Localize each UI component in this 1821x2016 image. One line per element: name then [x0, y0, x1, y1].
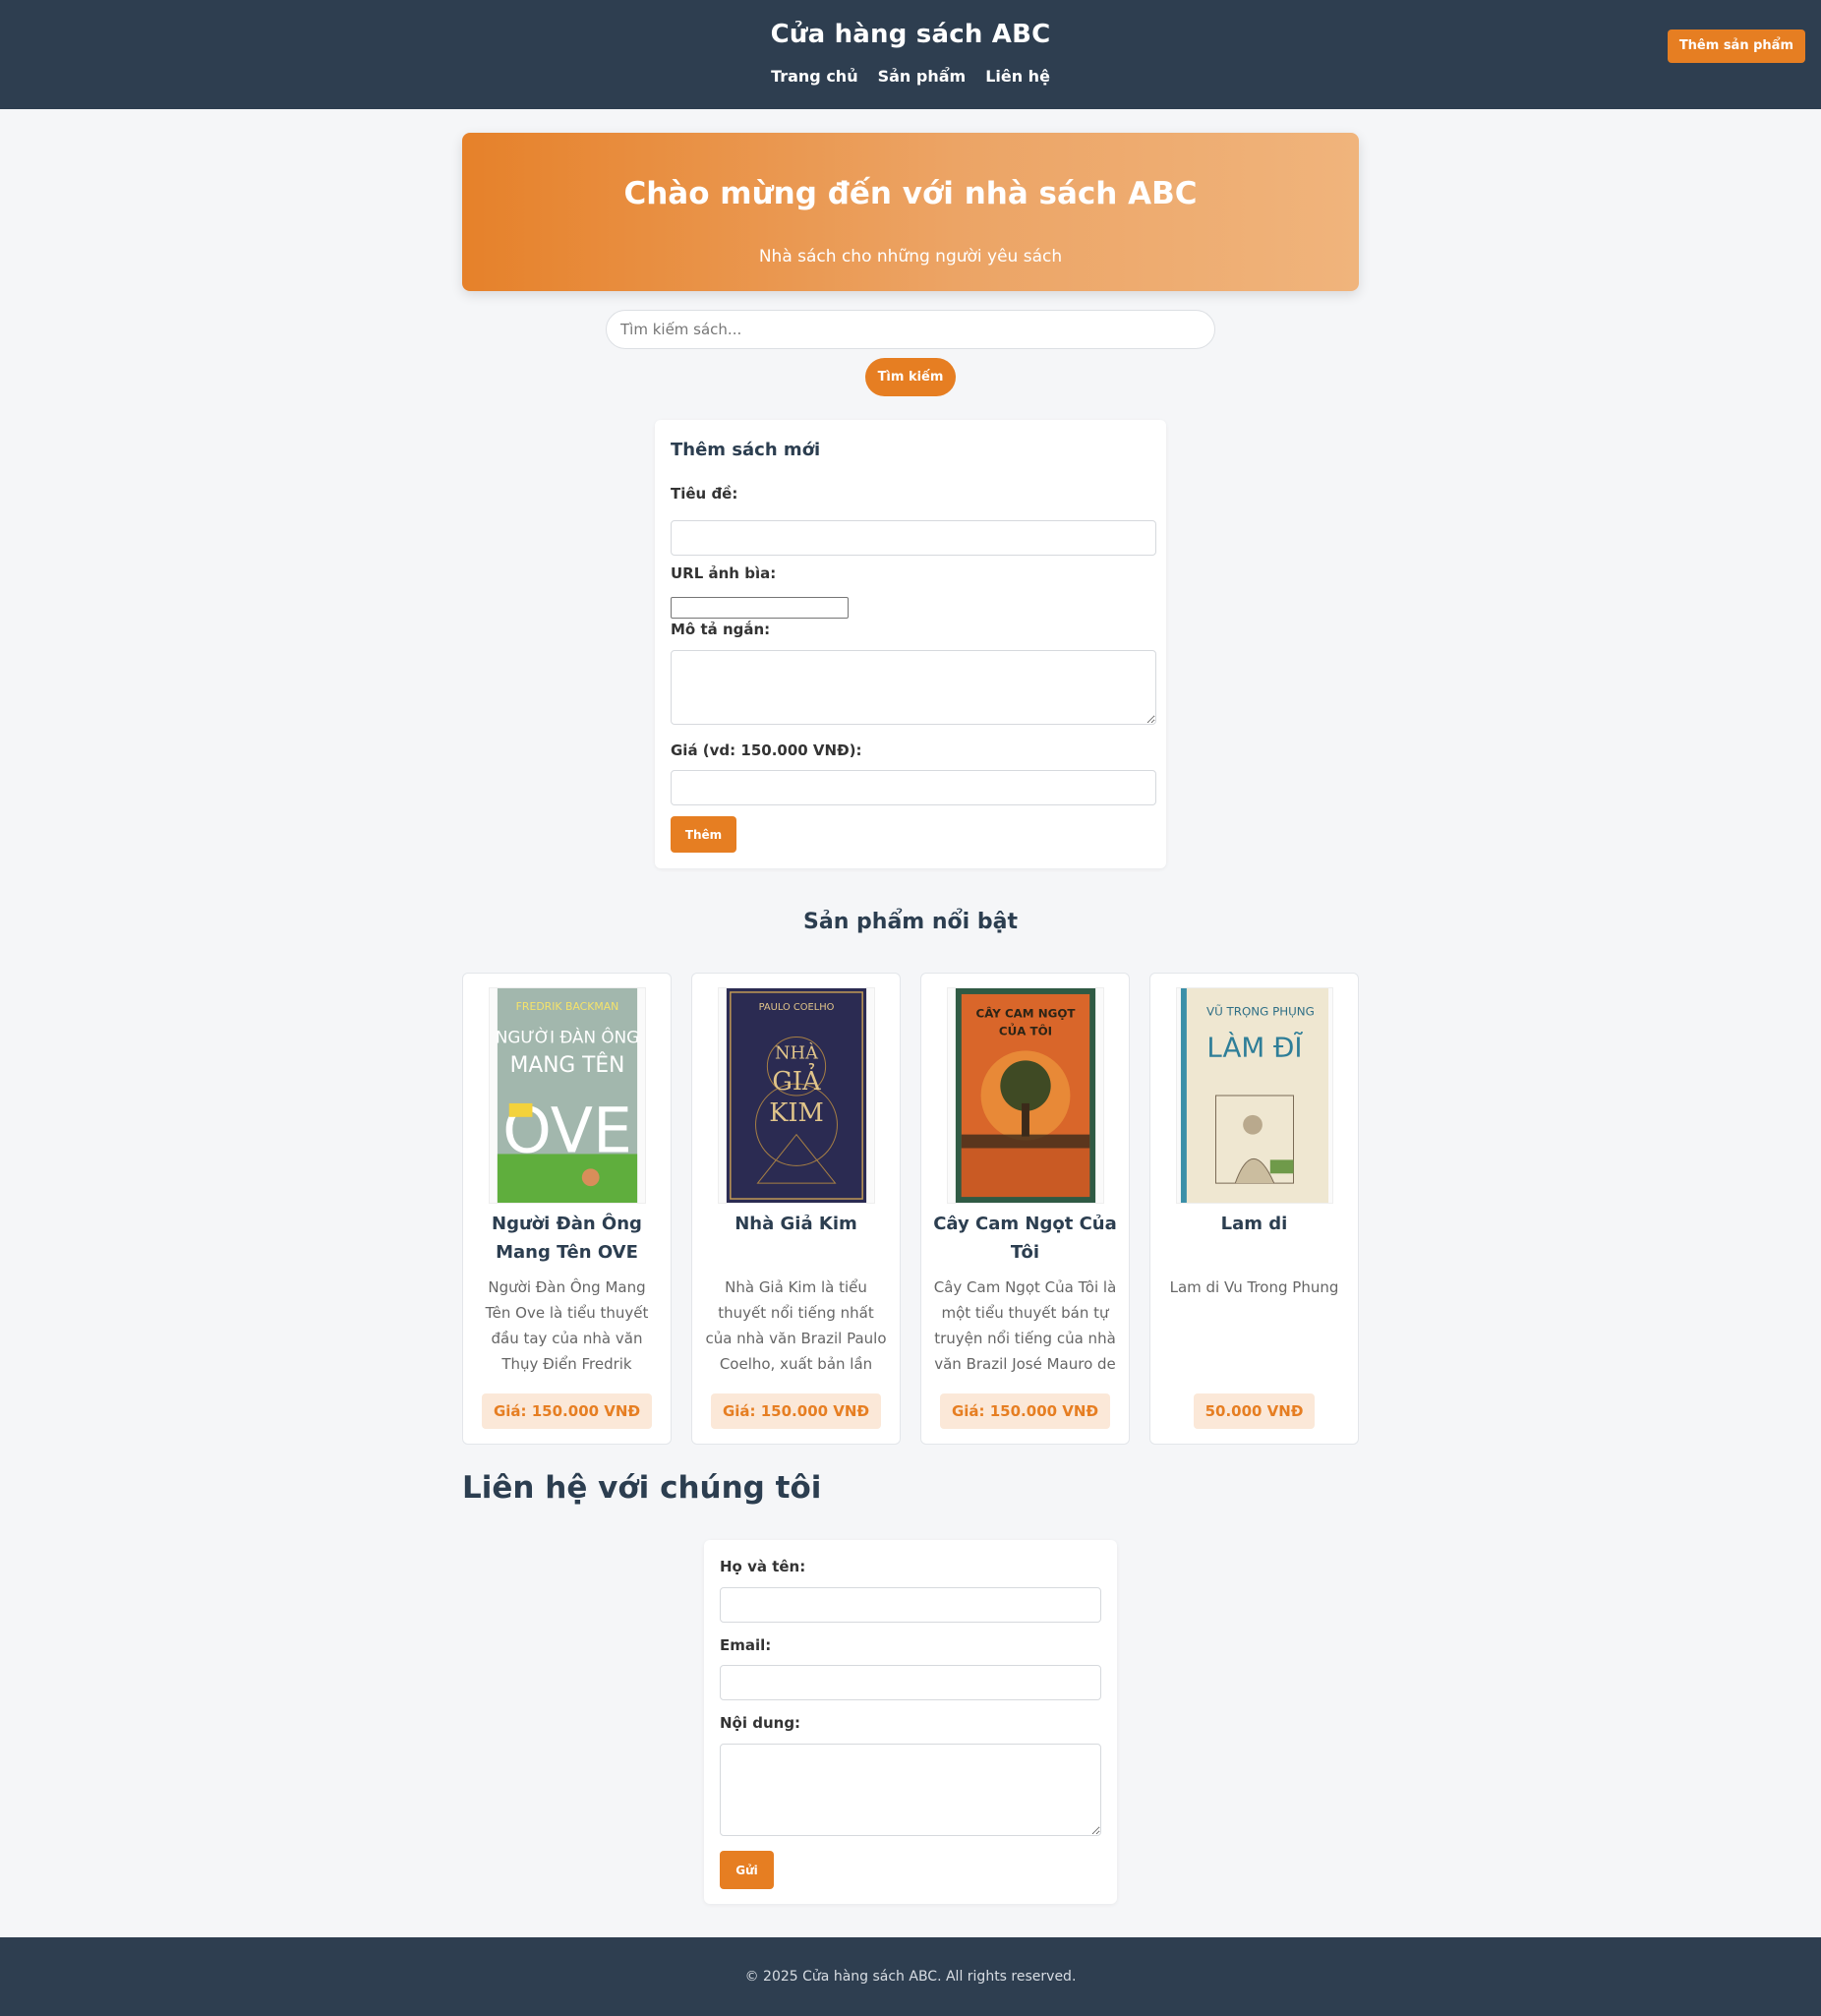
add-product-button[interactable]: Thêm sản phẩm — [1667, 30, 1805, 63]
contact-email-label: Email: — [720, 1636, 772, 1654]
book-title-label: Tiêu đề: — [671, 485, 738, 503]
product-card[interactable]: PAULO COELHO NHÀ GIẢ KIM Nhà Giả Kim Nhà… — [691, 973, 901, 1445]
book-cover-image[interactable]: VŨ TRỌNG PHỤNG LÀM ĐĨ — [1176, 987, 1333, 1204]
book-cover-image[interactable]: PAULO COELHO NHÀ GIẢ KIM — [718, 987, 875, 1204]
book-price-label: Giá (vd: 150.000 VNĐ): — [671, 741, 862, 759]
add-book-form: Thêm sách mới Tiêu đề: URL ảnh bìa: Mô t… — [655, 420, 1166, 868]
contact-name-label: Họ và tên: — [720, 1558, 806, 1575]
top-navbar: Cửa hàng sách ABC Trang chủ Sản phẩm Liê… — [0, 0, 1821, 109]
contact-email-input[interactable] — [720, 1665, 1101, 1700]
nav-item-products[interactable]: Sản phẩm — [878, 67, 967, 86]
search-input[interactable] — [606, 310, 1215, 349]
product-price: Giá: 150.000 VNĐ — [710, 1393, 882, 1429]
product-title[interactable]: Nhà Giả Kim — [702, 1210, 890, 1238]
hero-subtitle: Nhà sách cho những người yêu sách — [758, 247, 1063, 267]
hero-banner: Chào mừng đến với nhà sách ABC Nhà sách … — [462, 133, 1359, 291]
cover-title-2: CỦA TÔI — [999, 1023, 1052, 1038]
contact-submit-button[interactable]: Gửi — [720, 1851, 774, 1889]
add-book-submit-button[interactable]: Thêm — [671, 816, 736, 853]
cover-author: VŨ TRỌNG PHỤNG — [1206, 1004, 1315, 1019]
book-desc-textarea[interactable] — [671, 650, 1156, 725]
cover-title-2: MANG TÊN — [510, 1052, 625, 1078]
product-description: Lam di Vu Trong Phung — [1169, 1278, 1339, 1296]
featured-products-title: Sản phẩm nổi bật — [803, 910, 1018, 934]
footer-copyright: © 2025 Cửa hàng sách ABC. All rights res… — [744, 1969, 1077, 1985]
book-cover-image[interactable]: CÂY CAM NGỌT CỦA TÔI — [947, 987, 1104, 1204]
cover-author: PAULO COELHO — [759, 1002, 835, 1013]
contact-name-input[interactable] — [720, 1587, 1101, 1623]
cover-title-1: NGƯỜI ĐÀN ÔNG — [496, 1026, 639, 1046]
book-desc-label: Mô tả ngắn: — [671, 621, 771, 638]
product-title[interactable]: Người Đàn Ông Mang Tên OVE — [473, 1210, 661, 1267]
cover-url-label: URL ảnh bìa: — [671, 564, 777, 582]
cover-title-1: CÂY CAM NGỌT — [976, 1006, 1077, 1021]
product-card[interactable]: FREDRIK BACKMAN NGƯỜI ĐÀN ÔNG MANG TÊN O… — [462, 973, 672, 1445]
cover-title-1: NHÀ — [775, 1040, 819, 1063]
book-cover-image[interactable]: FREDRIK BACKMAN NGƯỜI ĐÀN ÔNG MANG TÊN O… — [489, 987, 646, 1204]
product-card[interactable]: VŨ TRỌNG PHỤNG LÀM ĐĨ Lam di Lam di Vu T… — [1149, 973, 1359, 1445]
contact-form: Họ và tên: Email: Nội dung: Gửi — [704, 1540, 1117, 1904]
nav-item-contact[interactable]: Liên hệ — [985, 67, 1050, 86]
search-button[interactable]: Tìm kiếm — [865, 358, 956, 396]
cover-author: FREDRIK BACKMAN — [516, 1000, 619, 1013]
hero-title: Chào mừng đến với nhà sách ABC — [623, 176, 1198, 211]
product-price: Giá: 150.000 VNĐ — [939, 1393, 1111, 1429]
contact-message-label: Nội dung: — [720, 1714, 801, 1732]
cover-title-2: GIẢ — [772, 1063, 821, 1097]
cover-title-3: KIM — [769, 1098, 824, 1128]
product-title[interactable]: Cây Cam Ngọt Của Tôi — [931, 1210, 1119, 1267]
add-book-form-title: Thêm sách mới — [671, 440, 821, 460]
cover-url-input[interactable] — [671, 597, 849, 619]
product-price: Giá: 150.000 VNĐ — [481, 1393, 653, 1429]
site-brand[interactable]: Cửa hàng sách ABC — [0, 20, 1821, 49]
product-description: Người Đàn Ông Mang Tên Ove là tiểu thuyế… — [485, 1278, 649, 1373]
book-title-input[interactable] — [671, 520, 1156, 556]
contact-message-textarea[interactable] — [720, 1744, 1101, 1836]
product-price: 50.000 VNĐ — [1193, 1393, 1316, 1429]
nav-item-home[interactable]: Trang chủ — [771, 67, 858, 86]
contact-section-title: Liên hệ với chúng tôi — [462, 1470, 822, 1506]
product-description: Cây Cam Ngọt Của Tôi là một tiểu thuyết … — [933, 1278, 1117, 1373]
product-description: Nhà Giả Kim là tiểu thuyết nổi tiếng nhấ… — [705, 1278, 887, 1373]
cover-title-1: LÀM ĐĨ — [1206, 1030, 1303, 1063]
main-nav: Trang chủ Sản phẩm Liên hệ — [0, 67, 1821, 86]
book-price-input[interactable] — [671, 770, 1156, 805]
product-title[interactable]: Lam di — [1160, 1210, 1348, 1238]
site-footer: © 2025 Cửa hàng sách ABC. All rights res… — [0, 1937, 1821, 2016]
product-card[interactable]: CÂY CAM NGỌT CỦA TÔI Cây Cam Ngọt Của Tô… — [920, 973, 1130, 1445]
